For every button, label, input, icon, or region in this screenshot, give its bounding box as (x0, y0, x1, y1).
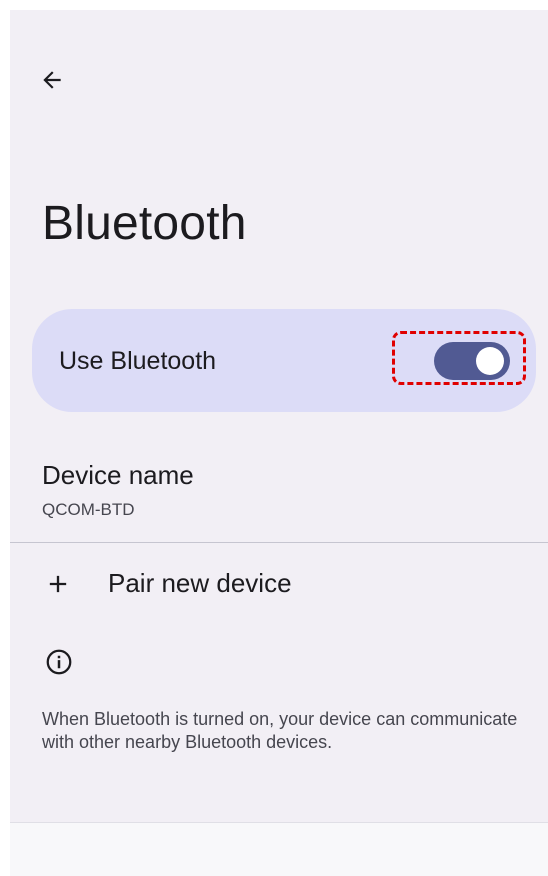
device-name-title: Device name (42, 460, 194, 490)
toggle-thumb (476, 347, 504, 375)
navigation-bar-area (10, 822, 548, 876)
device-name-value: QCOM-BTD (42, 500, 135, 519)
bluetooth-settings-screen: Bluetooth Use Bluetooth Device name QCOM… (10, 0, 548, 876)
back-button[interactable] (30, 58, 74, 102)
use-bluetooth-label: Use Bluetooth (59, 347, 217, 375)
bluetooth-footer-description: When Bluetooth is turned on, your device… (42, 709, 518, 752)
status-bar-area (10, 0, 548, 10)
plus-icon (49, 575, 67, 593)
pair-new-device-label: Pair new device (108, 568, 292, 598)
pair-new-device-button[interactable]: Pair new device (10, 548, 548, 618)
device-name-preference[interactable]: Device name QCOM-BTD (10, 448, 548, 538)
divider (10, 542, 548, 543)
arrow-back-icon (43, 71, 61, 89)
page-title: Bluetooth (42, 197, 247, 250)
info-icon (46, 649, 72, 675)
bluetooth-toggle-switch[interactable] (434, 342, 510, 380)
use-bluetooth-switch-bar[interactable]: Use Bluetooth (32, 309, 536, 412)
